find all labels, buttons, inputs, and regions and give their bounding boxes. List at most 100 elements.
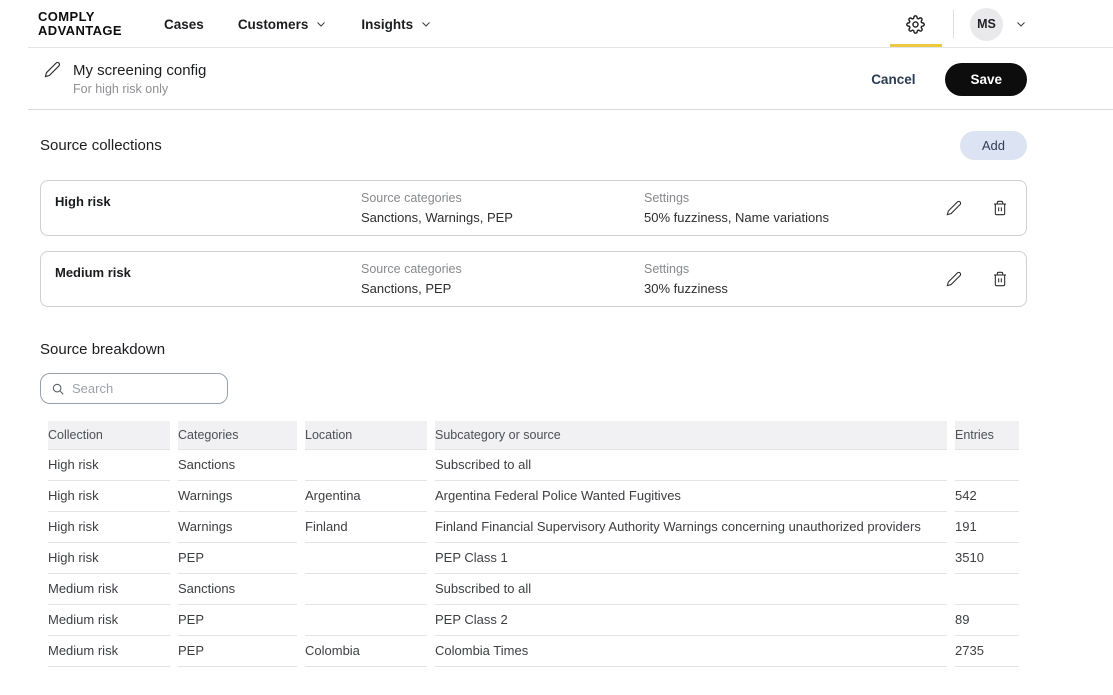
table-row: High risk Warnings Finland Finland Financia…	[48, 512, 1019, 543]
table-cell: High risk	[48, 449, 170, 481]
table-cell: Finland Financial Supervisory Authority …	[435, 512, 947, 543]
table-cell: 3510	[955, 543, 1019, 574]
collection-settings: Settings 50% fuzziness, Name variations	[644, 191, 944, 225]
collection-name: High risk	[55, 191, 361, 209]
gear-icon	[906, 15, 925, 34]
table-cell: High risk	[48, 481, 170, 512]
page-title: My screening config	[73, 62, 206, 79]
table-cell: 542	[955, 481, 1019, 512]
avatar: MS	[970, 8, 1003, 41]
breakdown-table-body: High riskSanctionsSubscribed to allHigh …	[48, 449, 1019, 667]
card-actions	[944, 269, 1010, 289]
table-cell	[305, 449, 427, 481]
collection-name: Medium risk	[55, 262, 361, 280]
table-cell: Sanctions	[178, 574, 297, 605]
delete-button[interactable]	[990, 198, 1010, 218]
column-header-collection: Collection	[48, 421, 170, 449]
user-menu[interactable]: MS	[970, 8, 1027, 41]
pencil-icon	[946, 200, 962, 216]
collection-categories: Source categories Sanctions, Warnings, P…	[361, 191, 644, 225]
settings-label: Settings	[644, 191, 944, 205]
column-header-location: Location	[305, 421, 427, 449]
table-row: High riskWarningsArgentinaArgentina Fede…	[48, 481, 1019, 512]
source-collections-header-row: Source collections Add	[40, 131, 1027, 160]
nav-item-label: Customers	[238, 17, 309, 32]
categories-label: Source categories	[361, 262, 644, 276]
collection-settings: Settings 30% fuzziness	[644, 262, 944, 296]
card-actions	[944, 198, 1010, 218]
chevron-down-icon	[1015, 18, 1027, 30]
brand-logo-line1: COMPLY	[38, 10, 122, 24]
collection-card: High risk Source categories Sanctions, W…	[40, 180, 1027, 236]
source-collections-list: High risk Source categories Sanctions, W…	[40, 180, 1027, 307]
column-header-subcategory-or-source: Subcategory or source	[435, 421, 947, 449]
save-button[interactable]: Save	[945, 63, 1027, 96]
table-cell: High risk	[48, 512, 170, 543]
search-box	[40, 373, 228, 404]
trash-icon	[992, 271, 1008, 287]
edit-pencil-icon[interactable]	[44, 61, 61, 78]
table-row: Medium riskPEPColombiaColombia Times2735	[48, 636, 1019, 667]
table-cell	[955, 574, 1019, 605]
edit-button[interactable]	[944, 269, 964, 289]
top-navbar: COMPLY ADVANTAGE Cases Customers Insight…	[0, 0, 1113, 48]
add-button[interactable]: Add	[960, 131, 1027, 160]
header-divider-line	[28, 109, 1113, 110]
categories-label: Source categories	[361, 191, 644, 205]
cancel-button[interactable]: Cancel	[871, 72, 915, 87]
table-cell: High risk	[48, 543, 170, 574]
page-subtitle: For high risk only	[73, 82, 206, 96]
trash-icon	[992, 200, 1008, 216]
collection-card: Medium risk Source categories Sanctions,…	[40, 251, 1027, 307]
breakdown-table-head: CollectionCategoriesLocationSubcategory …	[48, 421, 1019, 449]
main-content: Source collections Add High risk Source …	[0, 131, 1113, 667]
table-cell	[955, 449, 1019, 481]
column-header-entries: Entries	[955, 421, 1019, 449]
table-row: Medium riskPEPPEP Class 289	[48, 605, 1019, 636]
collection-categories: Source categories Sanctions, PEP	[361, 262, 644, 296]
table-cell: PEP	[178, 636, 297, 667]
chevron-down-icon	[420, 18, 432, 30]
table-cell: Warnings	[178, 512, 297, 543]
table-cell: Subscribed to all	[435, 449, 947, 481]
categories-value: Sanctions, PEP	[361, 281, 644, 296]
table-cell: PEP Class 1	[435, 543, 947, 574]
navbar-divider	[953, 10, 954, 38]
table-cell: PEP Class 2	[435, 605, 947, 636]
table-cell: Argentina	[305, 481, 427, 512]
title-block: My screening config For high risk only	[73, 62, 206, 96]
table-cell: Subscribed to all	[435, 574, 947, 605]
pencil-icon	[946, 271, 962, 287]
table-cell: Finland	[305, 512, 427, 543]
table-cell: Medium risk	[48, 636, 170, 667]
settings-gear-button[interactable]	[884, 0, 947, 48]
table-cell: Colombia	[305, 636, 427, 667]
table-cell: PEP	[178, 605, 297, 636]
primary-nav: Cases Customers Insights	[164, 17, 432, 32]
header-actions: Cancel Save	[871, 63, 1027, 96]
table-cell: PEP	[178, 543, 297, 574]
table-row: High risk PEP PEP Class 1 3510	[48, 543, 1019, 574]
table-cell: 191	[955, 512, 1019, 543]
settings-value: 30% fuzziness	[644, 281, 944, 296]
nav-item-insights[interactable]: Insights	[361, 17, 432, 32]
table-cell: Medium risk	[48, 574, 170, 605]
breakdown-table: CollectionCategoriesLocationSubcategory …	[40, 421, 1027, 667]
search-input[interactable]	[72, 381, 217, 396]
brand-logo: COMPLY ADVANTAGE	[38, 10, 122, 38]
brand-logo-line2: ADVANTAGE	[38, 24, 122, 38]
edit-button[interactable]	[944, 198, 964, 218]
table-cell: Warnings	[178, 481, 297, 512]
table-row: Medium risk Sanctions Subscribed to all	[48, 574, 1019, 605]
nav-item-cases[interactable]: Cases	[164, 17, 204, 32]
source-collections-heading: Source collections	[40, 137, 162, 154]
categories-value: Sanctions, Warnings, PEP	[361, 210, 644, 225]
nav-item-customers[interactable]: Customers	[238, 17, 328, 32]
breakdown-table-head-row: CollectionCategoriesLocationSubcategory …	[48, 421, 1019, 449]
table-cell: 2735	[955, 636, 1019, 667]
settings-label: Settings	[644, 262, 944, 276]
delete-button[interactable]	[990, 269, 1010, 289]
nav-item-label: Insights	[361, 17, 413, 32]
table-cell	[305, 605, 427, 636]
nav-item-label: Cases	[164, 17, 204, 32]
